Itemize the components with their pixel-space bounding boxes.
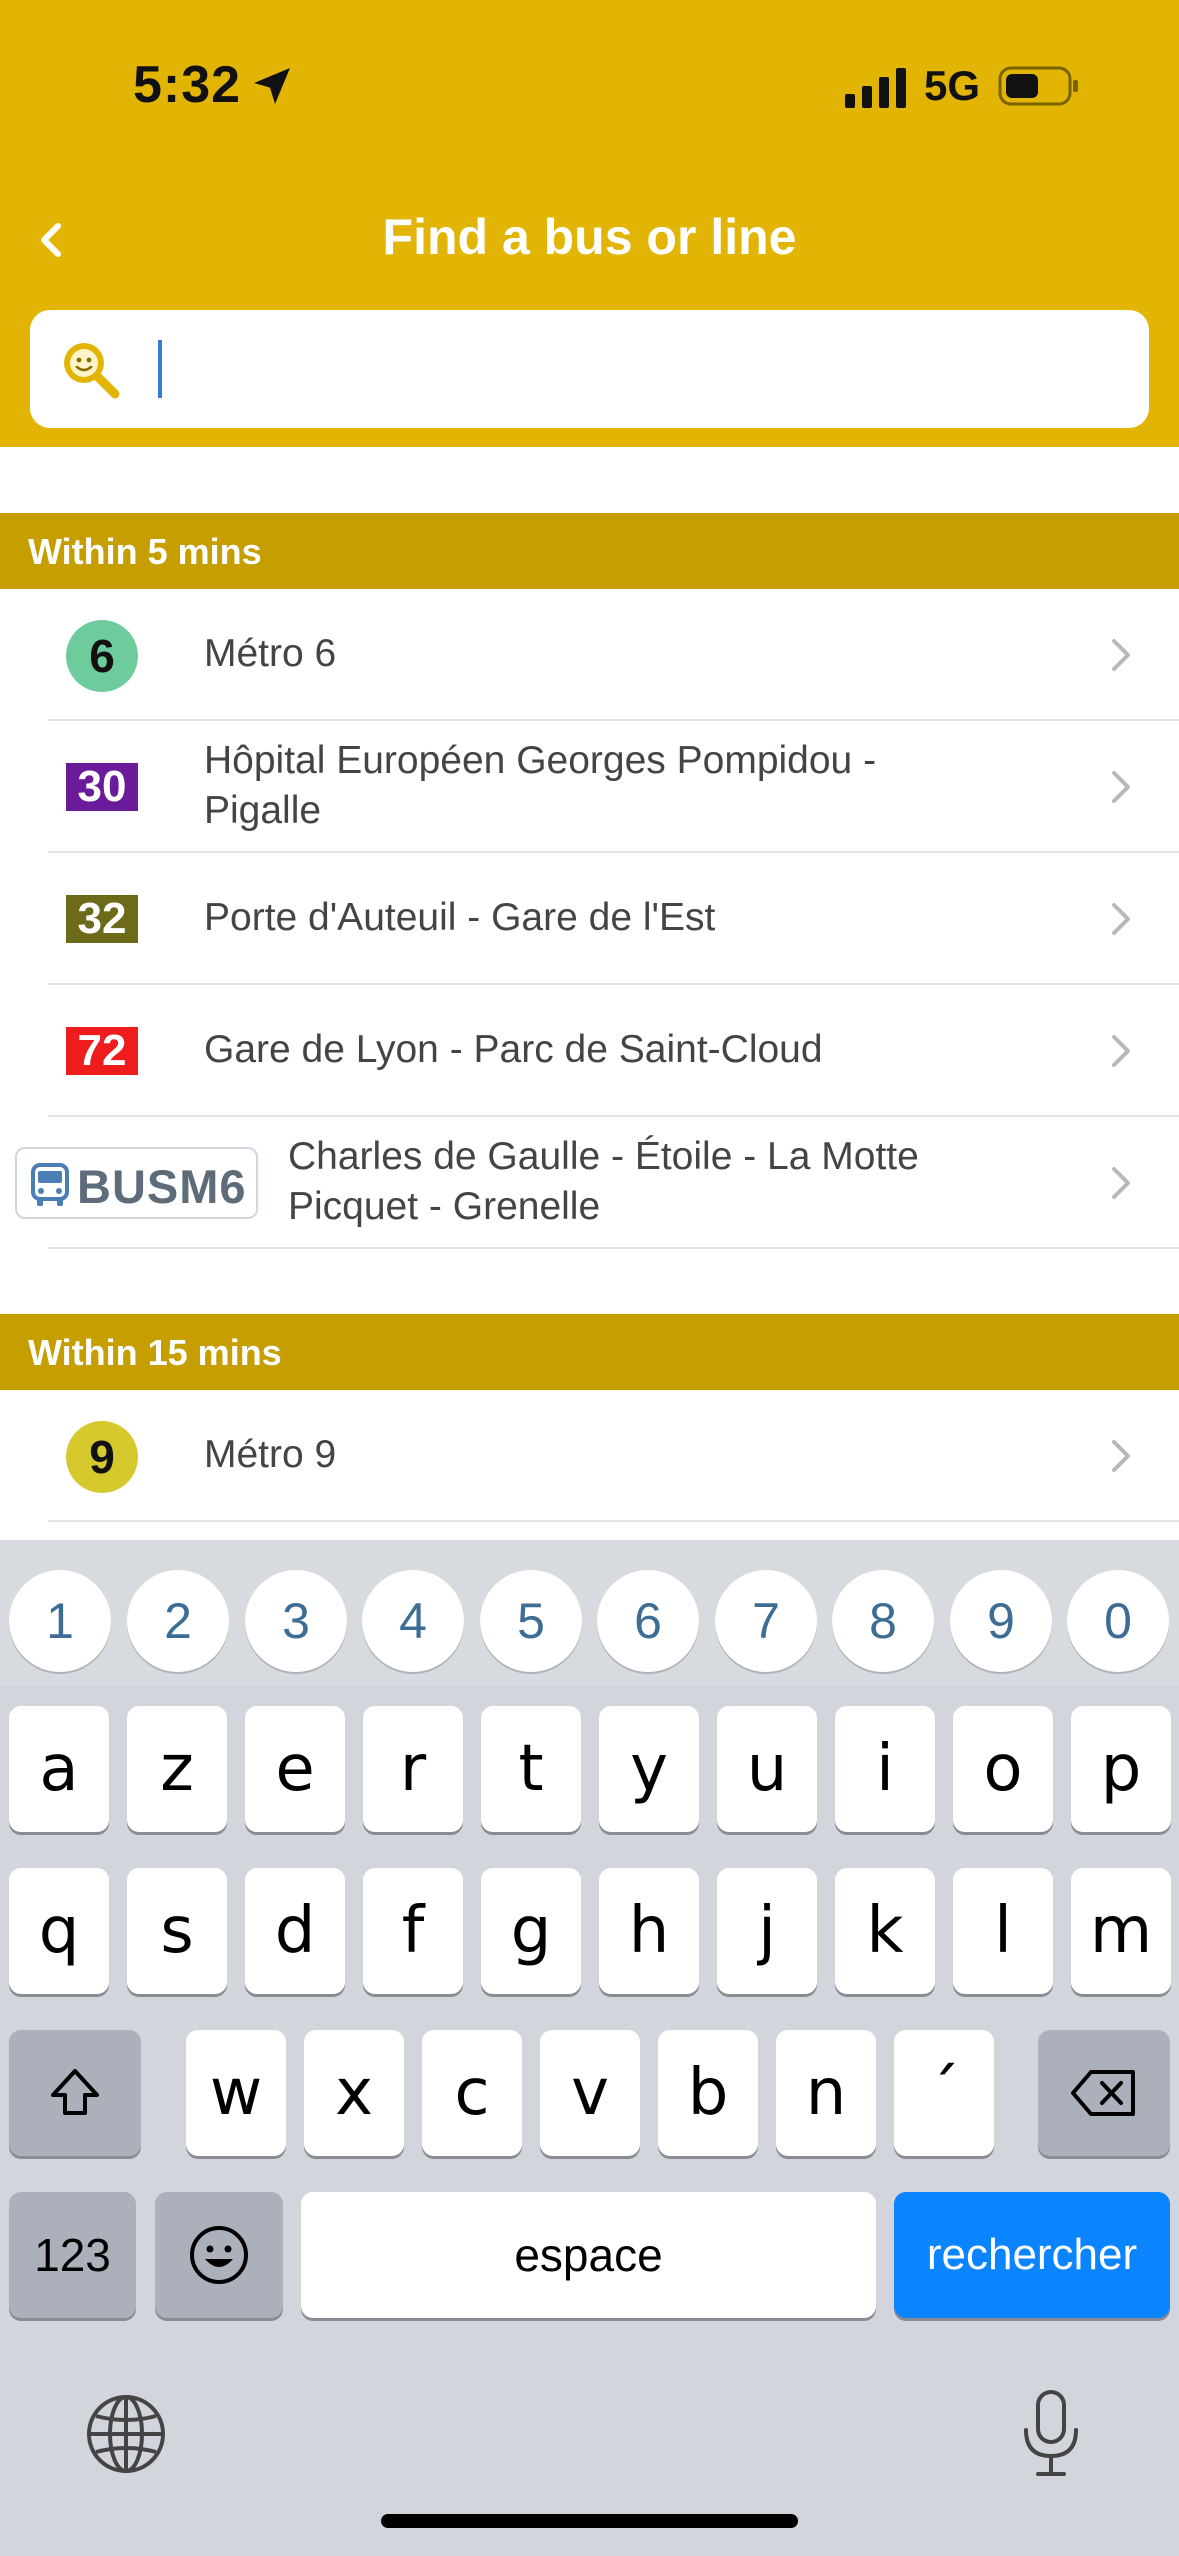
key-v[interactable]: v — [540, 2030, 640, 2156]
number-row: 1 2 3 4 5 6 7 8 9 0 — [0, 1540, 1179, 1686]
chevron-right-icon — [1112, 1035, 1130, 1067]
key-m[interactable]: m — [1071, 1868, 1171, 1994]
line-row[interactable]: 30 Hôpital Européen Georges Pompidou - P… — [0, 721, 1179, 853]
key-c[interactable]: c — [422, 2030, 522, 2156]
signal-icon — [845, 68, 906, 108]
microphone-icon[interactable] — [1016, 2388, 1086, 2480]
busm-line-label: BUSM6 — [77, 1160, 247, 1213]
key-y[interactable]: y — [599, 1706, 699, 1832]
row-divider — [48, 1247, 1179, 1249]
key-2[interactable]: 2 — [127, 1570, 229, 1672]
key-z[interactable]: z — [127, 1706, 227, 1832]
section-header-15-mins: Within 15 mins — [0, 1314, 1179, 1390]
line-label: Porte d'Auteuil - Gare de l'Est — [204, 896, 716, 940]
search-icon — [64, 343, 120, 399]
line-row[interactable]: BUSM6 Charles de Gaulle - Étoile - La Mo… — [0, 1117, 1179, 1249]
globe-icon[interactable] — [84, 2392, 168, 2476]
line-label: Gare de Lyon - Parc de Saint-Cloud — [204, 1028, 823, 1072]
key-6[interactable]: 6 — [597, 1570, 699, 1672]
key-d[interactable]: d — [245, 1868, 345, 1994]
shift-key[interactable] — [9, 2030, 141, 2156]
key-t[interactable]: t — [481, 1706, 581, 1832]
line-label: Métro 9 — [204, 1433, 337, 1477]
key-5[interactable]: 5 — [480, 1570, 582, 1672]
key-g[interactable]: g — [481, 1868, 581, 1994]
status-time: 5:32 — [133, 56, 242, 114]
key-w[interactable]: w — [186, 2030, 286, 2156]
line-row[interactable]: 6 Métro 6 — [0, 589, 1179, 721]
metro-line-badge: 9 — [66, 1421, 138, 1493]
key-f[interactable]: f — [363, 1868, 463, 1994]
text-cursor — [158, 340, 162, 398]
emoji-icon — [190, 2226, 248, 2284]
key-x[interactable]: x — [304, 2030, 404, 2156]
line-row[interactable]: 9 Métro 9 — [0, 1390, 1179, 1522]
key-k[interactable]: k — [835, 1868, 935, 1994]
key-l[interactable]: l — [953, 1868, 1053, 1994]
section-header-5-mins: Within 5 mins — [0, 513, 1179, 589]
chevron-right-icon — [1112, 771, 1130, 803]
search-input[interactable] — [154, 330, 1114, 408]
chevron-right-icon — [1112, 1167, 1130, 1199]
key-r[interactable]: r — [363, 1706, 463, 1832]
key-n[interactable]: n — [776, 2030, 876, 2156]
key-b[interactable]: b — [658, 2030, 758, 2156]
search-bar[interactable] — [30, 310, 1149, 428]
bus-icon — [31, 1163, 69, 1206]
bus-line-badge: 32 — [66, 894, 138, 943]
backspace-key[interactable] — [1038, 2030, 1170, 2156]
backspace-icon — [1071, 2070, 1135, 2116]
key-p[interactable]: p — [1071, 1706, 1171, 1832]
shift-icon — [51, 2069, 99, 2115]
line-label: Métro 6 — [204, 632, 337, 676]
row-divider — [48, 1520, 1179, 1522]
key-3[interactable]: 3 — [245, 1570, 347, 1672]
chevron-right-icon — [1112, 1440, 1130, 1472]
section-title: Within 15 mins — [28, 1332, 282, 1373]
location-arrow-icon — [254, 68, 290, 104]
key-1[interactable]: 1 — [9, 1570, 111, 1672]
key-i[interactable]: i — [835, 1706, 935, 1832]
key-7[interactable]: 7 — [715, 1570, 817, 1672]
key-0[interactable]: 0 — [1067, 1570, 1169, 1672]
key-accent[interactable]: ´ — [894, 2030, 994, 2156]
space-key[interactable]: espace — [301, 2192, 876, 2318]
key-u[interactable]: u — [717, 1706, 817, 1832]
keyboard: 1 2 3 4 5 6 7 8 9 0 a z e r t y u i o p … — [0, 1540, 1179, 2556]
line-row[interactable]: 32 Porte d'Auteuil - Gare de l'Est — [0, 853, 1179, 985]
network-type: 5G — [924, 62, 981, 109]
battery-icon — [998, 66, 1078, 106]
home-indicator — [381, 2514, 798, 2528]
page-title: Find a bus or line — [382, 209, 797, 265]
bus-line-badge: 72 — [66, 1026, 138, 1075]
section-title: Within 5 mins — [28, 531, 262, 572]
key-o[interactable]: o — [953, 1706, 1053, 1832]
key-a[interactable]: a — [9, 1706, 109, 1832]
chevron-right-icon — [1112, 903, 1130, 935]
line-row[interactable]: 72 Gare de Lyon - Parc de Saint-Cloud — [0, 985, 1179, 1117]
key-e[interactable]: e — [245, 1706, 345, 1832]
key-s[interactable]: s — [127, 1868, 227, 1994]
emoji-key[interactable] — [155, 2192, 283, 2318]
numbers-mode-key[interactable]: 123 — [9, 2192, 136, 2318]
key-h[interactable]: h — [599, 1868, 699, 1994]
key-q[interactable]: q — [9, 1868, 109, 1994]
busm-line-badge: BUSM6 — [15, 1147, 258, 1219]
key-8[interactable]: 8 — [832, 1570, 934, 1672]
line-label: Hôpital Européen Georges Pompidou - Piga… — [204, 739, 877, 832]
line-label: Charles de Gaulle - Étoile - La Motte Pi… — [288, 1135, 919, 1228]
chevron-right-icon — [1112, 639, 1130, 671]
metro-line-badge: 6 — [66, 620, 138, 692]
app-header: 5:32 5G Find a bus or line — [0, 0, 1179, 447]
search-return-key[interactable]: rechercher — [894, 2192, 1170, 2318]
key-9[interactable]: 9 — [950, 1570, 1052, 1672]
key-j[interactable]: j — [717, 1868, 817, 1994]
bus-line-badge: 30 — [66, 762, 138, 811]
key-4[interactable]: 4 — [362, 1570, 464, 1672]
